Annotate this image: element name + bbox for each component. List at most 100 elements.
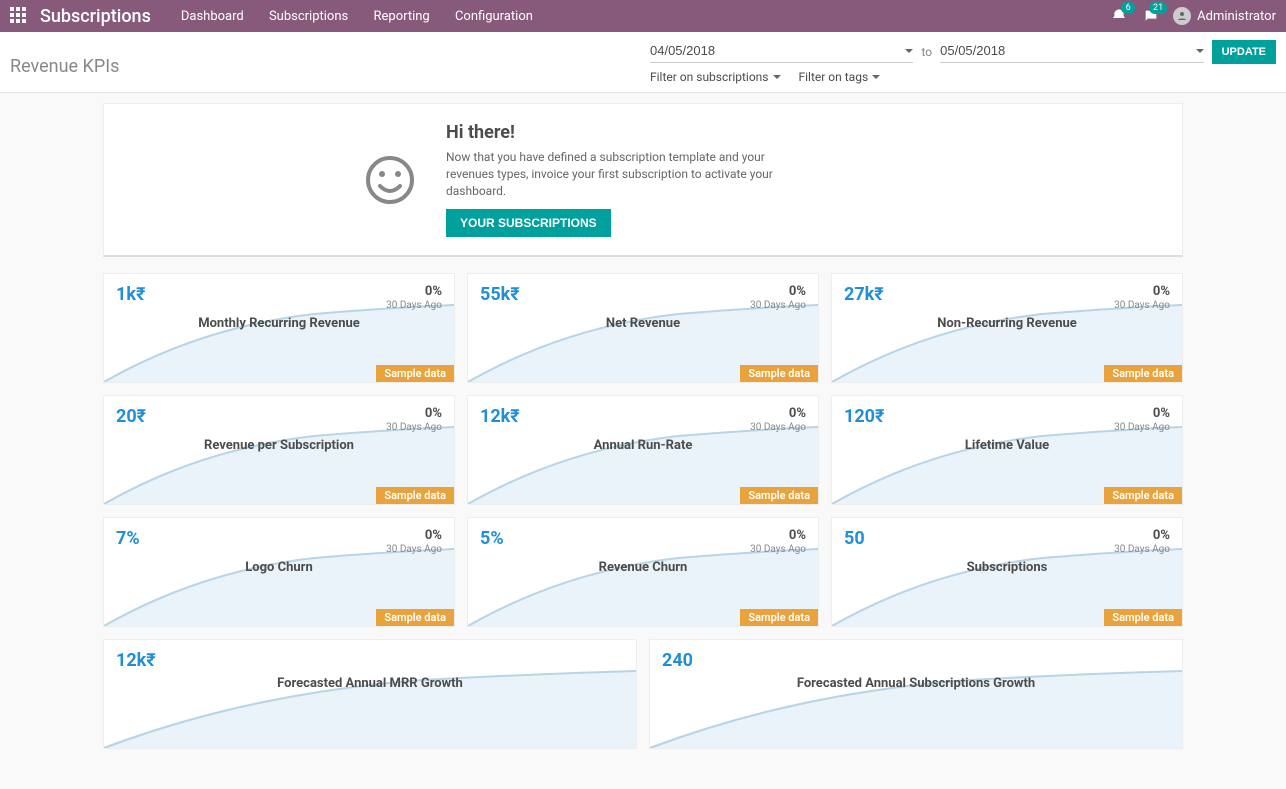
kpi-days-ago: 30 Days Ago [1114, 300, 1170, 311]
banner-heading: Hi there! [446, 122, 806, 143]
sample-data-badge: Sample data [740, 487, 818, 504]
kpi-card[interactable]: 120₹ 0%30 Days Ago Lifetime Value Sample da… [831, 395, 1183, 505]
kpi-title: Logo Churn [104, 560, 454, 575]
kpi-days-ago: 30 Days Ago [1114, 544, 1170, 555]
menu-dashboard[interactable]: Dashboard [181, 9, 244, 24]
apps-icon[interactable] [10, 7, 28, 25]
kpi-percent: 0% [425, 284, 442, 299]
messages-badge: 21 [1149, 2, 1167, 14]
update-button[interactable]: UPDATE [1212, 40, 1276, 64]
kpi-card-wide[interactable]: 240 Forecasted Annual Subscriptions Growt… [649, 639, 1183, 749]
kpi-card[interactable]: 27k₹ 0%30 Days Ago Non-Recurring Revenue Sa… [831, 273, 1183, 383]
kpi-value: 20₹ [116, 406, 146, 427]
kpi-percent: 0% [425, 528, 442, 543]
kpi-title: Forecasted Annual MRR Growth [104, 676, 636, 691]
user-avatar-icon [1173, 7, 1191, 25]
user-name: Administrator [1197, 9, 1276, 24]
kpi-value: 7% [116, 528, 140, 549]
date-to-field [940, 41, 1203, 63]
sample-data-badge: Sample data [376, 487, 454, 504]
kpi-percent: 0% [789, 406, 806, 421]
date-from-input[interactable] [650, 41, 901, 60]
menu-reporting[interactable]: Reporting [373, 9, 429, 24]
date-to-input[interactable] [940, 41, 1191, 60]
kpi-card[interactable]: 7% 0%30 Days Ago Logo Churn Sample data [103, 517, 455, 627]
kpi-card[interactable]: 55k₹ 0%30 Days Ago Net Revenue Sample data [467, 273, 819, 383]
kpi-value: 55k₹ [480, 284, 520, 305]
date-from-field [650, 41, 913, 63]
kpi-days-ago: 30 Days Ago [386, 300, 442, 311]
smiley-icon [364, 154, 416, 206]
kpi-grid-wide: 12k₹ Forecasted Annual MRR Growth 240 Forec… [103, 639, 1183, 749]
your-subscriptions-button[interactable]: YOUR SUBSCRIPTIONS [446, 209, 611, 237]
kpi-title: Revenue per Subscription [104, 438, 454, 453]
filter-subscriptions-label: Filter on subscriptions [650, 70, 769, 84]
caret-down-icon [773, 75, 781, 79]
brand: Subscriptions [40, 6, 151, 27]
filters-block: to UPDATE Filter on subscriptions Filter… [650, 40, 1276, 92]
topbar: Subscriptions Dashboard Subscriptions Re… [0, 0, 1286, 32]
kpi-value: 27k₹ [844, 284, 884, 305]
caret-down-icon[interactable] [1196, 49, 1204, 53]
filter-row: Filter on subscriptions Filter on tags [650, 64, 1276, 92]
kpi-title: Subscriptions [832, 560, 1182, 575]
kpi-title: Net Revenue [468, 316, 818, 331]
to-label: to [921, 45, 932, 59]
caret-down-icon [872, 75, 880, 79]
banner-text: Hi there! Now that you have defined a su… [446, 122, 806, 237]
sample-data-badge: Sample data [376, 365, 454, 382]
kpi-title: Forecasted Annual Subscriptions Growth [650, 676, 1182, 691]
sample-data-badge: Sample data [376, 609, 454, 626]
kpi-value: 120₹ [844, 406, 884, 427]
messages-icon[interactable]: 21 [1141, 6, 1161, 26]
date-row: to UPDATE [650, 40, 1276, 64]
kpi-title: Monthly Recurring Revenue [104, 316, 454, 331]
caret-down-icon[interactable] [905, 49, 913, 53]
kpi-percent: 0% [1153, 284, 1170, 299]
banner-description: Now that you have defined a subscription… [446, 149, 806, 199]
menu-configuration[interactable]: Configuration [455, 9, 533, 24]
kpi-days-ago: 30 Days Ago [386, 422, 442, 433]
filter-tags[interactable]: Filter on tags [799, 70, 881, 84]
kpi-card[interactable]: 1k₹0%30 Days AgoMonthly Recurring Revenu… [103, 273, 455, 383]
kpi-title: Annual Run-Rate [468, 438, 818, 453]
kpi-value: 240 [662, 650, 693, 671]
kpi-card[interactable]: 50 0%30 Days Ago Subscriptions Sample data [831, 517, 1183, 627]
sample-data-badge: Sample data [1104, 487, 1182, 504]
sample-data-badge: Sample data [1104, 365, 1182, 382]
kpi-days-ago: 30 Days Ago [750, 544, 806, 555]
kpi-title: Non-Recurring Revenue [832, 316, 1182, 331]
kpi-grid: 1k₹0%30 Days AgoMonthly Recurring Revenu… [103, 273, 1183, 627]
kpi-card[interactable]: 20₹0%30 Days AgoRevenue per Subscription… [103, 395, 455, 505]
kpi-percent: 0% [789, 284, 806, 299]
kpi-card[interactable]: 5% 0%30 Days Ago Revenue Churn Sample data [467, 517, 819, 627]
kpi-title: Lifetime Value [832, 438, 1182, 453]
kpi-percent: 0% [789, 528, 806, 543]
kpi-card[interactable]: 12k₹ 0%30 Days Ago Annual Run-Rate Sample d… [467, 395, 819, 505]
kpi-value: 12k₹ [116, 650, 156, 671]
kpi-value: 5% [480, 528, 504, 549]
user-menu[interactable]: Administrator [1173, 7, 1276, 25]
subbar: Revenue KPIs to UPDATE [0, 32, 1286, 93]
activity-icon[interactable]: 6 [1109, 6, 1129, 26]
topbar-right: 6 21 Administrator [1109, 6, 1276, 26]
kpi-days-ago: 30 Days Ago [386, 544, 442, 555]
filter-subscriptions[interactable]: Filter on subscriptions [650, 70, 781, 84]
menu-subscriptions[interactable]: Subscriptions [269, 9, 348, 24]
activity-badge: 6 [1121, 2, 1135, 14]
kpi-percent: 0% [1153, 406, 1170, 421]
kpi-card-wide[interactable]: 12k₹ Forecasted Annual MRR Growth [103, 639, 637, 749]
kpi-days-ago: 30 Days Ago [750, 300, 806, 311]
kpi-days-ago: 30 Days Ago [750, 422, 806, 433]
page-title: Revenue KPIs [10, 56, 650, 77]
kpi-title: Revenue Churn [468, 560, 818, 575]
kpi-percent: 0% [1153, 528, 1170, 543]
kpi-value: 12k₹ [480, 406, 520, 427]
sample-data-badge: Sample data [740, 609, 818, 626]
kpi-value: 50 [844, 528, 865, 549]
onboarding-banner: Hi there! Now that you have defined a su… [103, 103, 1183, 257]
sample-data-badge: Sample data [740, 365, 818, 382]
kpi-days-ago: 30 Days Ago [1114, 422, 1170, 433]
top-menu: Dashboard Subscriptions Reporting Config… [181, 9, 555, 24]
sample-data-badge: Sample data [1104, 609, 1182, 626]
